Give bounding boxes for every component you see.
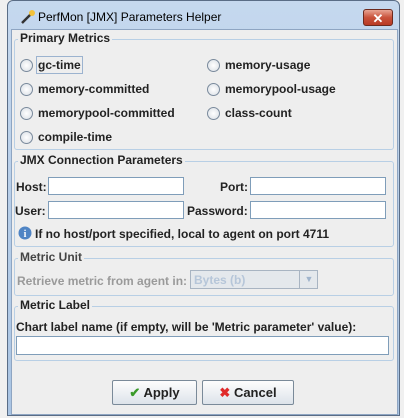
checkmark-icon: ✔: [129, 385, 141, 400]
group-title: Metric Unit: [18, 250, 85, 264]
jmx-connection-group: JMX Connection Parameters Host: Port: Us…: [14, 153, 394, 247]
host-input[interactable]: [48, 177, 184, 195]
port-label: Port:: [220, 180, 248, 194]
close-button[interactable]: ✕: [363, 9, 393, 26]
unit-select[interactable]: Bytes (b) ▼: [190, 270, 318, 289]
host-label: Host:: [16, 180, 47, 194]
chart-label-input[interactable]: [16, 336, 389, 355]
wand-icon: [21, 10, 35, 24]
cancel-button[interactable]: ✖ Cancel: [202, 380, 294, 405]
password-input[interactable]: [250, 201, 386, 219]
option-label[interactable]: memory-committed: [38, 82, 149, 96]
apply-label: Apply: [143, 385, 180, 400]
radio-class-count[interactable]: [207, 107, 220, 120]
dialog-window: PerfMon [JMX] Parameters Helper ✕ Primar…: [7, 0, 400, 416]
option-label[interactable]: class-count: [225, 106, 292, 120]
password-label: Password:: [187, 204, 248, 218]
unit-label: Retrieve metric from agent in:: [17, 274, 188, 288]
svg-text:i: i: [24, 229, 27, 240]
cancel-label: Cancel: [233, 385, 277, 400]
option-label[interactable]: gc-time: [36, 56, 83, 74]
radio-compile-time[interactable]: [20, 131, 33, 144]
option-label[interactable]: memorypool-committed: [38, 106, 175, 120]
metric-label-group: Metric Label Chart label name (if empty,…: [14, 298, 394, 361]
group-title: Primary Metrics: [18, 31, 113, 45]
radio-gc-time[interactable]: [20, 59, 33, 72]
group-title: JMX Connection Parameters: [18, 153, 185, 167]
apply-button[interactable]: ✔ Apply: [112, 380, 197, 405]
radio-memory-usage[interactable]: [207, 59, 220, 72]
radio-memory-committed[interactable]: [20, 83, 33, 96]
group-title: Metric Label: [18, 298, 93, 312]
port-input[interactable]: [250, 177, 386, 195]
radio-memorypool-committed[interactable]: [20, 107, 33, 120]
user-input[interactable]: [48, 201, 184, 219]
unit-selected: Bytes (b): [194, 273, 246, 287]
option-label[interactable]: compile-time: [38, 130, 112, 144]
dialog-content: Primary Metrics gc-time memory-usage mem…: [11, 29, 398, 415]
info-text: If no host/port specified, local to agen…: [35, 227, 330, 241]
metric-unit-group: Metric Unit Retrieve metric from agent i…: [14, 250, 394, 296]
chart-label-text: Chart label name (if empty, will be 'Met…: [16, 320, 357, 334]
option-label[interactable]: memory-usage: [225, 58, 310, 72]
radio-memorypool-usage[interactable]: [207, 83, 220, 96]
primary-metrics-group: Primary Metrics gc-time memory-usage mem…: [14, 31, 394, 150]
chevron-down-icon: ▼: [299, 270, 318, 289]
x-icon: ✖: [219, 385, 231, 400]
user-label: User:: [15, 204, 46, 218]
info-icon: i: [18, 226, 32, 240]
window-title: PerfMon [JMX] Parameters Helper: [38, 10, 222, 24]
option-label[interactable]: memorypool-usage: [225, 82, 336, 96]
